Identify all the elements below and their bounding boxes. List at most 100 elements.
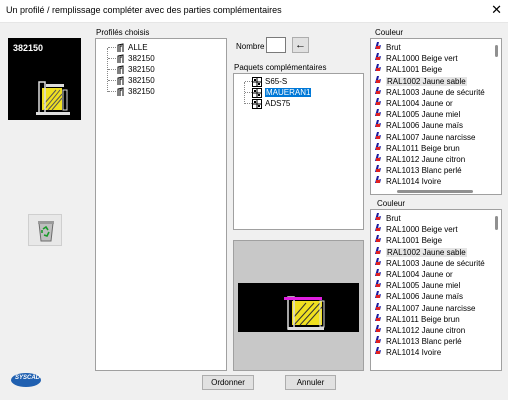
package-drawing-icon <box>238 283 359 332</box>
profile-item-label: 382150 <box>128 54 155 63</box>
color-item-label: RAL1014 Ivoire <box>386 348 442 358</box>
color-swatch-icon <box>375 336 381 344</box>
package-icon <box>252 98 262 109</box>
color-swatch-icon <box>375 142 381 150</box>
color-list-item[interactable]: RAL1012 Jaune citron <box>371 153 491 164</box>
profile-tree-item[interactable]: 382150 <box>108 53 155 64</box>
color-list-item[interactable]: RAL1013 Blanc perlé <box>371 164 491 175</box>
color1-list[interactable]: Brut RAL1000 Beige vert RAL1001 Beige RAL10… <box>370 38 502 195</box>
color-item-label: RAL1002 Jaune sable <box>386 76 467 86</box>
color-item-label: RAL1013 Blanc perlé <box>386 166 462 176</box>
color-swatch-icon <box>375 131 381 139</box>
color-item-label: RAL1005 Jaune miel <box>386 110 461 120</box>
profile-tree-item[interactable]: 382150 <box>108 64 155 75</box>
profile-item-label: 382150 <box>128 76 155 85</box>
package-icon <box>252 87 262 98</box>
color-list-item[interactable]: RAL1002 Jaune sable <box>371 246 491 257</box>
color-item-label: RAL1013 Blanc perlé <box>386 337 462 347</box>
color-swatch-icon <box>375 120 381 128</box>
color-list-item[interactable]: RAL1004 Jaune or <box>371 268 491 279</box>
color1-hscrollbar[interactable] <box>397 190 473 193</box>
color-item-label: Brut <box>386 43 401 52</box>
color-list-item[interactable]: Brut <box>371 41 491 52</box>
color-list-item[interactable]: RAL1012 Jaune citron <box>371 324 491 335</box>
packages-tree[interactable]: S65-S MAUERAN1 ADS75 <box>233 73 364 230</box>
chosen-profiles-label: Profilés choisis <box>96 28 150 37</box>
cancel-button[interactable]: Annuler <box>285 375 336 390</box>
color-list-item[interactable]: RAL1003 Jaune de sécurité <box>371 86 491 97</box>
profile-icon <box>117 76 124 85</box>
profile-tree-item[interactable]: 382150 <box>108 75 155 86</box>
color-list-item[interactable]: RAL1006 Jaune maïs <box>371 119 491 130</box>
delete-button[interactable] <box>28 214 62 246</box>
color-list-item[interactable]: RAL1000 Beige vert <box>371 223 491 234</box>
profile-icon <box>117 87 124 96</box>
package-icon <box>252 76 262 87</box>
color2-list[interactable]: Brut RAL1000 Beige vert RAL1001 Beige RAL10… <box>370 209 502 371</box>
color-swatch-icon <box>375 257 381 265</box>
color-list-item[interactable]: RAL1003 Jaune de sécurité <box>371 257 491 268</box>
profile-item-label: 382150 <box>128 87 155 96</box>
color-swatch-icon <box>375 313 381 321</box>
close-icon[interactable]: ✕ <box>491 2 502 18</box>
color-item-label: RAL1012 Jaune citron <box>386 154 466 164</box>
color-list-item[interactable]: RAL1006 Jaune maïs <box>371 290 491 301</box>
color-swatch-icon <box>375 246 381 254</box>
color-swatch-icon <box>375 153 381 161</box>
profile-item-label: 382150 <box>128 65 155 74</box>
color-item-label: RAL1006 Jaune maïs <box>386 121 463 131</box>
color-swatch-icon <box>375 291 381 299</box>
color-item-label: RAL1001 Beige <box>386 236 443 246</box>
color-item-label: RAL1002 Jaune sable <box>386 247 467 257</box>
profile-tree-item[interactable]: 382150 <box>108 86 155 97</box>
profile-preview: 382150 <box>8 38 81 120</box>
color1-scrollbar[interactable] <box>495 45 498 57</box>
color-item-label: RAL1000 Beige vert <box>386 54 458 64</box>
color-item-label: RAL1000 Beige vert <box>386 225 458 235</box>
color-item-label: RAL1011 Beige brun <box>386 314 460 324</box>
package-preview <box>233 240 364 371</box>
add-arrow-button[interactable]: ← <box>292 37 309 53</box>
number-input[interactable] <box>266 37 286 53</box>
package-tree-item[interactable]: MAUERAN1 <box>245 87 312 98</box>
color-list-item[interactable]: RAL1005 Jaune miel <box>371 279 491 290</box>
color-swatch-icon <box>375 280 381 288</box>
color-swatch-icon <box>375 268 381 276</box>
color-list-item[interactable]: RAL1011 Beige brun <box>371 313 491 324</box>
syscad-logo: SYSCAD <box>10 372 42 388</box>
color-list-item[interactable]: RAL1007 Jaune narcisse <box>371 131 491 142</box>
order-button[interactable]: Ordonner <box>202 375 254 390</box>
package-tree-item[interactable]: S65-S <box>245 76 287 87</box>
color-list-item[interactable]: RAL1002 Jaune sable <box>371 75 491 86</box>
color-list-item[interactable]: RAL1005 Jaune miel <box>371 108 491 119</box>
package-tree-item[interactable]: ADS75 <box>245 98 290 109</box>
color-list-item[interactable]: Brut <box>371 212 491 223</box>
color-swatch-icon <box>375 42 381 49</box>
color-list-item[interactable]: RAL1001 Beige <box>371 234 491 245</box>
chosen-profiles-tree[interactable]: ALLE 382150 382150 382150 382150 <box>95 38 227 371</box>
color-swatch-icon <box>375 235 381 243</box>
color-item-label: RAL1012 Jaune citron <box>386 325 466 335</box>
color-swatch-icon <box>375 224 381 232</box>
arrow-left-icon: ← <box>295 39 306 51</box>
color-list-item[interactable]: RAL1011 Beige brun <box>371 142 491 153</box>
color-item-label: RAL1001 Beige <box>386 65 443 75</box>
profile-tree-item[interactable]: ALLE <box>108 42 148 53</box>
color-list-item[interactable]: RAL1004 Jaune or <box>371 97 491 108</box>
color-swatch-icon <box>375 75 381 83</box>
color-swatch-icon <box>375 97 381 105</box>
color-swatch-icon <box>375 165 381 173</box>
color-item-label: RAL1011 Beige brun <box>386 143 460 153</box>
profile-item-label: ALLE <box>128 43 148 52</box>
color-list-item[interactable]: RAL1001 Beige <box>371 63 491 74</box>
color-item-label: RAL1014 Ivoire <box>386 177 442 187</box>
color-item-label: RAL1007 Jaune narcisse <box>386 303 476 313</box>
color-list-item[interactable]: RAL1014 Ivoire <box>371 175 491 186</box>
color-list-item[interactable]: RAL1013 Blanc perlé <box>371 335 491 346</box>
color2-scrollbar[interactable] <box>495 216 498 230</box>
color-list-item[interactable]: RAL1007 Jaune narcisse <box>371 302 491 313</box>
package-item-label: MAUERAN1 <box>265 88 312 97</box>
color-list-item[interactable]: RAL1014 Ivoire <box>371 346 491 357</box>
color-item-label: RAL1007 Jaune narcisse <box>386 132 476 142</box>
color-list-item[interactable]: RAL1000 Beige vert <box>371 52 491 63</box>
